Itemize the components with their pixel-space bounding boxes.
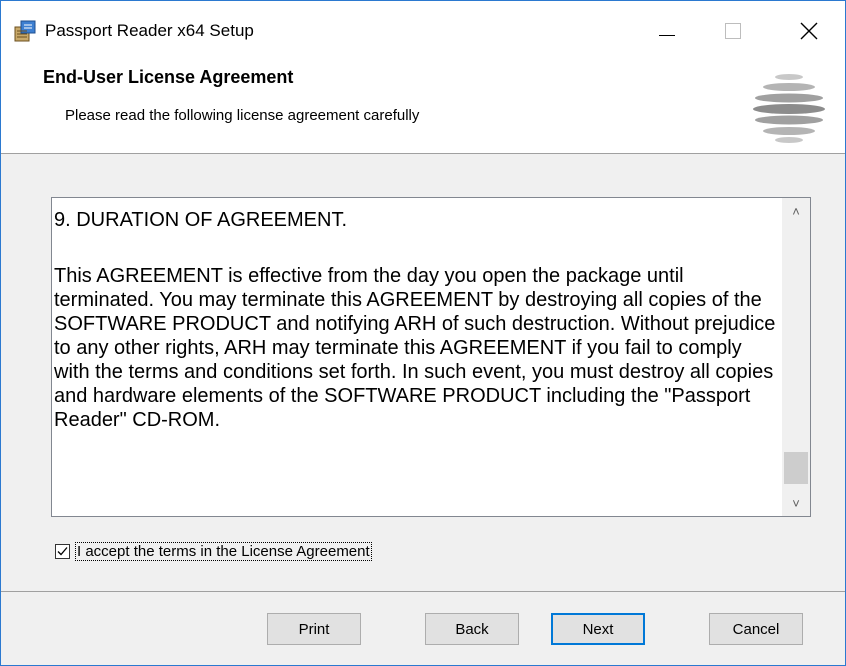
license-section-body: This AGREEMENT is effective from the day…: [54, 265, 776, 431]
page-header: End-User License Agreement Please read t…: [1, 61, 845, 154]
vertical-scrollbar[interactable]: ˄ ˅: [782, 198, 810, 516]
maximize-button[interactable]: [705, 1, 761, 61]
accept-terms-checkbox[interactable]: [55, 543, 70, 559]
print-button[interactable]: Print: [267, 613, 361, 645]
cancel-button[interactable]: Cancel: [709, 613, 803, 645]
accept-terms-row[interactable]: I accept the terms in the License Agreem…: [55, 539, 372, 563]
close-icon: [800, 22, 818, 40]
chevron-down-icon: ˅: [792, 495, 800, 511]
installer-icon: [14, 20, 36, 42]
close-button[interactable]: [781, 1, 837, 61]
license-section-heading: 9. DURATION OF AGREEMENT.: [54, 209, 347, 231]
next-button[interactable]: Next: [551, 613, 645, 645]
scroll-down-button[interactable]: ˅: [782, 490, 810, 516]
checkmark-icon: [57, 546, 68, 555]
license-content: 9. DURATION OF AGREEMENT. This AGREEMENT…: [52, 198, 782, 516]
back-button[interactable]: Back: [425, 613, 519, 645]
footer-divider: [1, 591, 845, 592]
maximize-icon: [725, 23, 741, 39]
globe-logo-icon: [753, 74, 825, 143]
scroll-up-button[interactable]: ˄: [782, 198, 810, 224]
scroll-thumb[interactable]: [784, 452, 808, 484]
accept-terms-label[interactable]: I accept the terms in the License Agreem…: [75, 541, 372, 561]
window-title: Passport Reader x64 Setup: [45, 21, 254, 40]
title-bar[interactable]: Passport Reader x64 Setup: [1, 1, 845, 61]
minimize-icon: [659, 34, 675, 36]
minimize-button[interactable]: [639, 1, 695, 61]
setup-window: Passport Reader x64 Setup End-User Licen…: [0, 0, 846, 666]
license-text-box[interactable]: 9. DURATION OF AGREEMENT. This AGREEMENT…: [51, 197, 811, 517]
page-subtitle: Please read the following license agreem…: [65, 107, 420, 124]
page-title: End-User License Agreement: [43, 67, 294, 87]
chevron-up-icon: ˄: [792, 203, 800, 219]
